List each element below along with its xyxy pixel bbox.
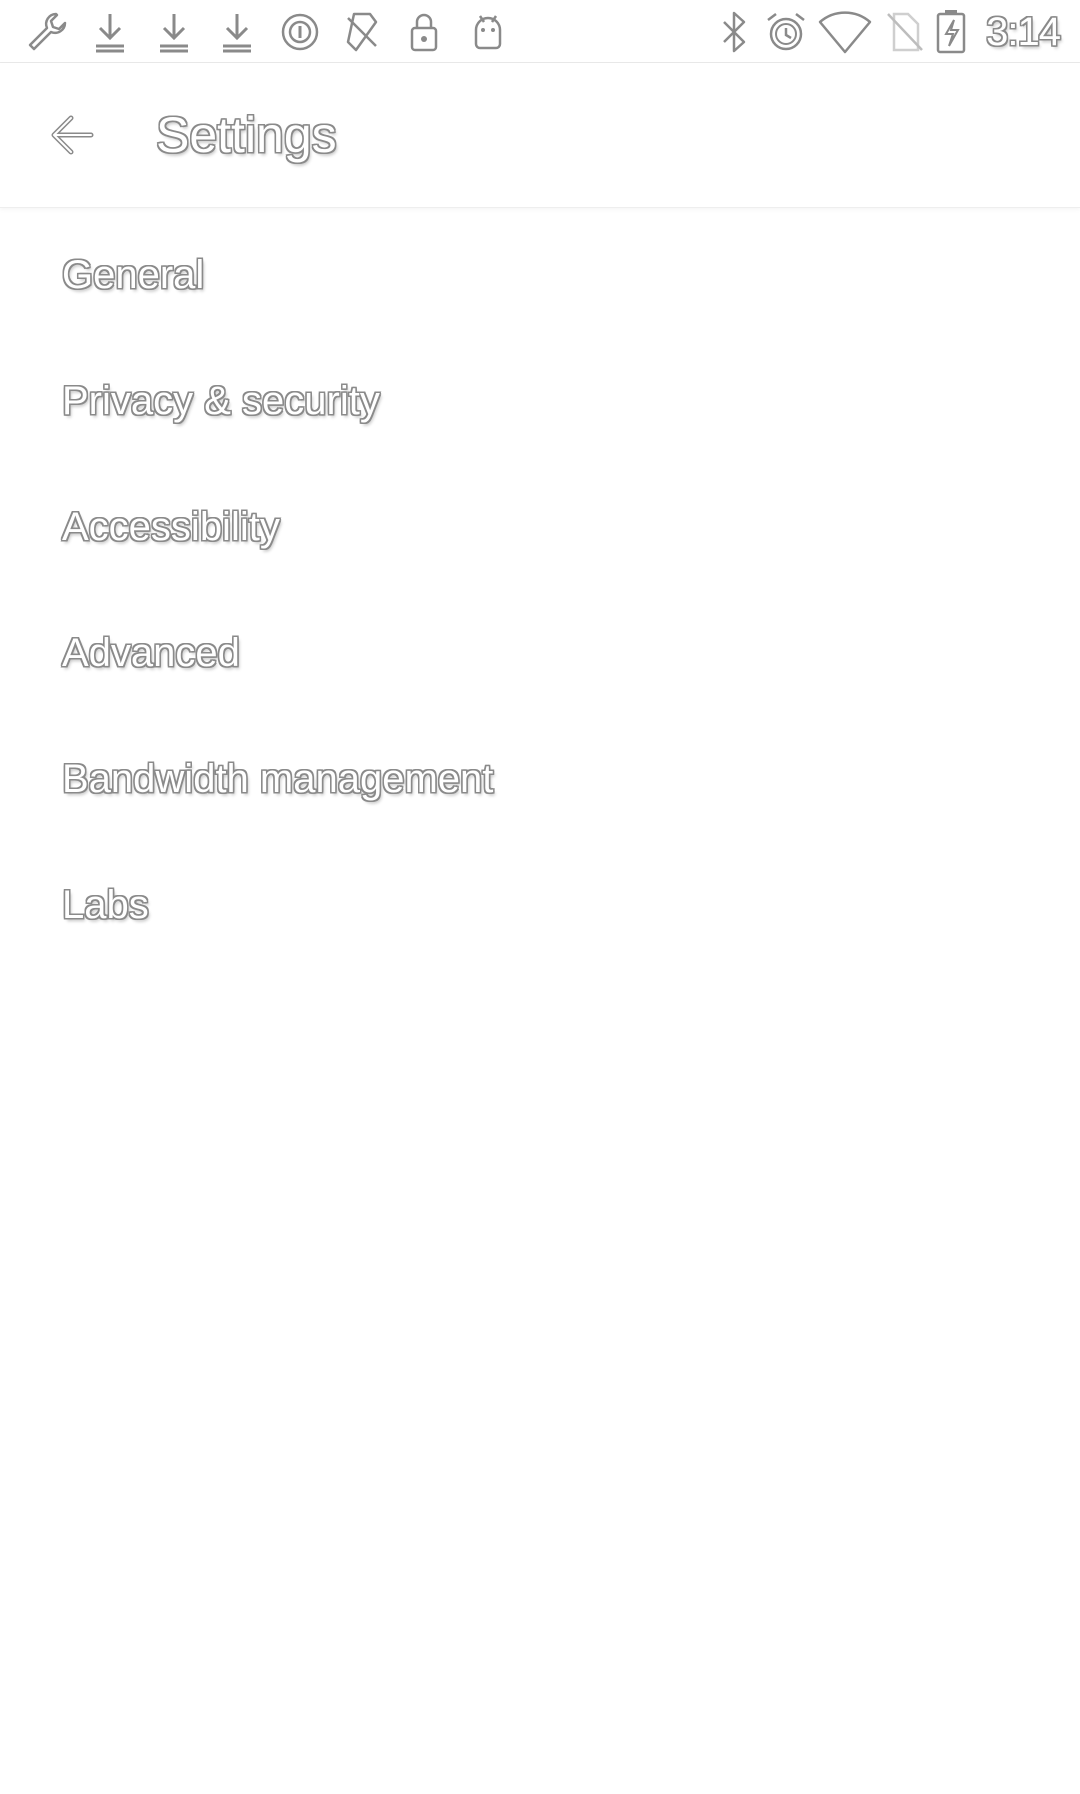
- data-saver-icon: [276, 8, 324, 56]
- status-bar: 3:14: [0, 0, 1080, 63]
- no-sim-icon: [880, 8, 928, 56]
- settings-item-accessibility[interactable]: Accessibility: [0, 464, 1080, 590]
- settings-item-advanced[interactable]: Advanced: [0, 590, 1080, 716]
- settings-item-general[interactable]: General: [0, 212, 1080, 338]
- back-button[interactable]: [36, 99, 108, 171]
- bluetooth-icon: [710, 8, 758, 56]
- download-icon: [150, 8, 198, 56]
- battery-charging-icon: [930, 8, 972, 56]
- settings-item-bandwidth-management[interactable]: Bandwidth management: [0, 716, 1080, 842]
- settings-item-labs[interactable]: Labs: [0, 842, 1080, 968]
- no-sim-app-icon: [338, 8, 386, 56]
- android-icon: [464, 8, 512, 56]
- download-icon: [213, 8, 261, 56]
- wifi-icon: [818, 8, 872, 56]
- wrench-icon: [22, 8, 70, 56]
- lock-icon: [400, 8, 448, 56]
- download-icon: [86, 8, 134, 56]
- settings-list: General Privacy & security Accessibility…: [0, 212, 1080, 968]
- app-bar: Settings: [0, 63, 1080, 208]
- settings-item-privacy-security[interactable]: Privacy & security: [0, 338, 1080, 464]
- arrow-back-icon: [51, 115, 94, 155]
- status-time: 3:14: [986, 10, 1061, 54]
- alarm-icon: [762, 8, 810, 56]
- page-title: Settings: [156, 107, 337, 163]
